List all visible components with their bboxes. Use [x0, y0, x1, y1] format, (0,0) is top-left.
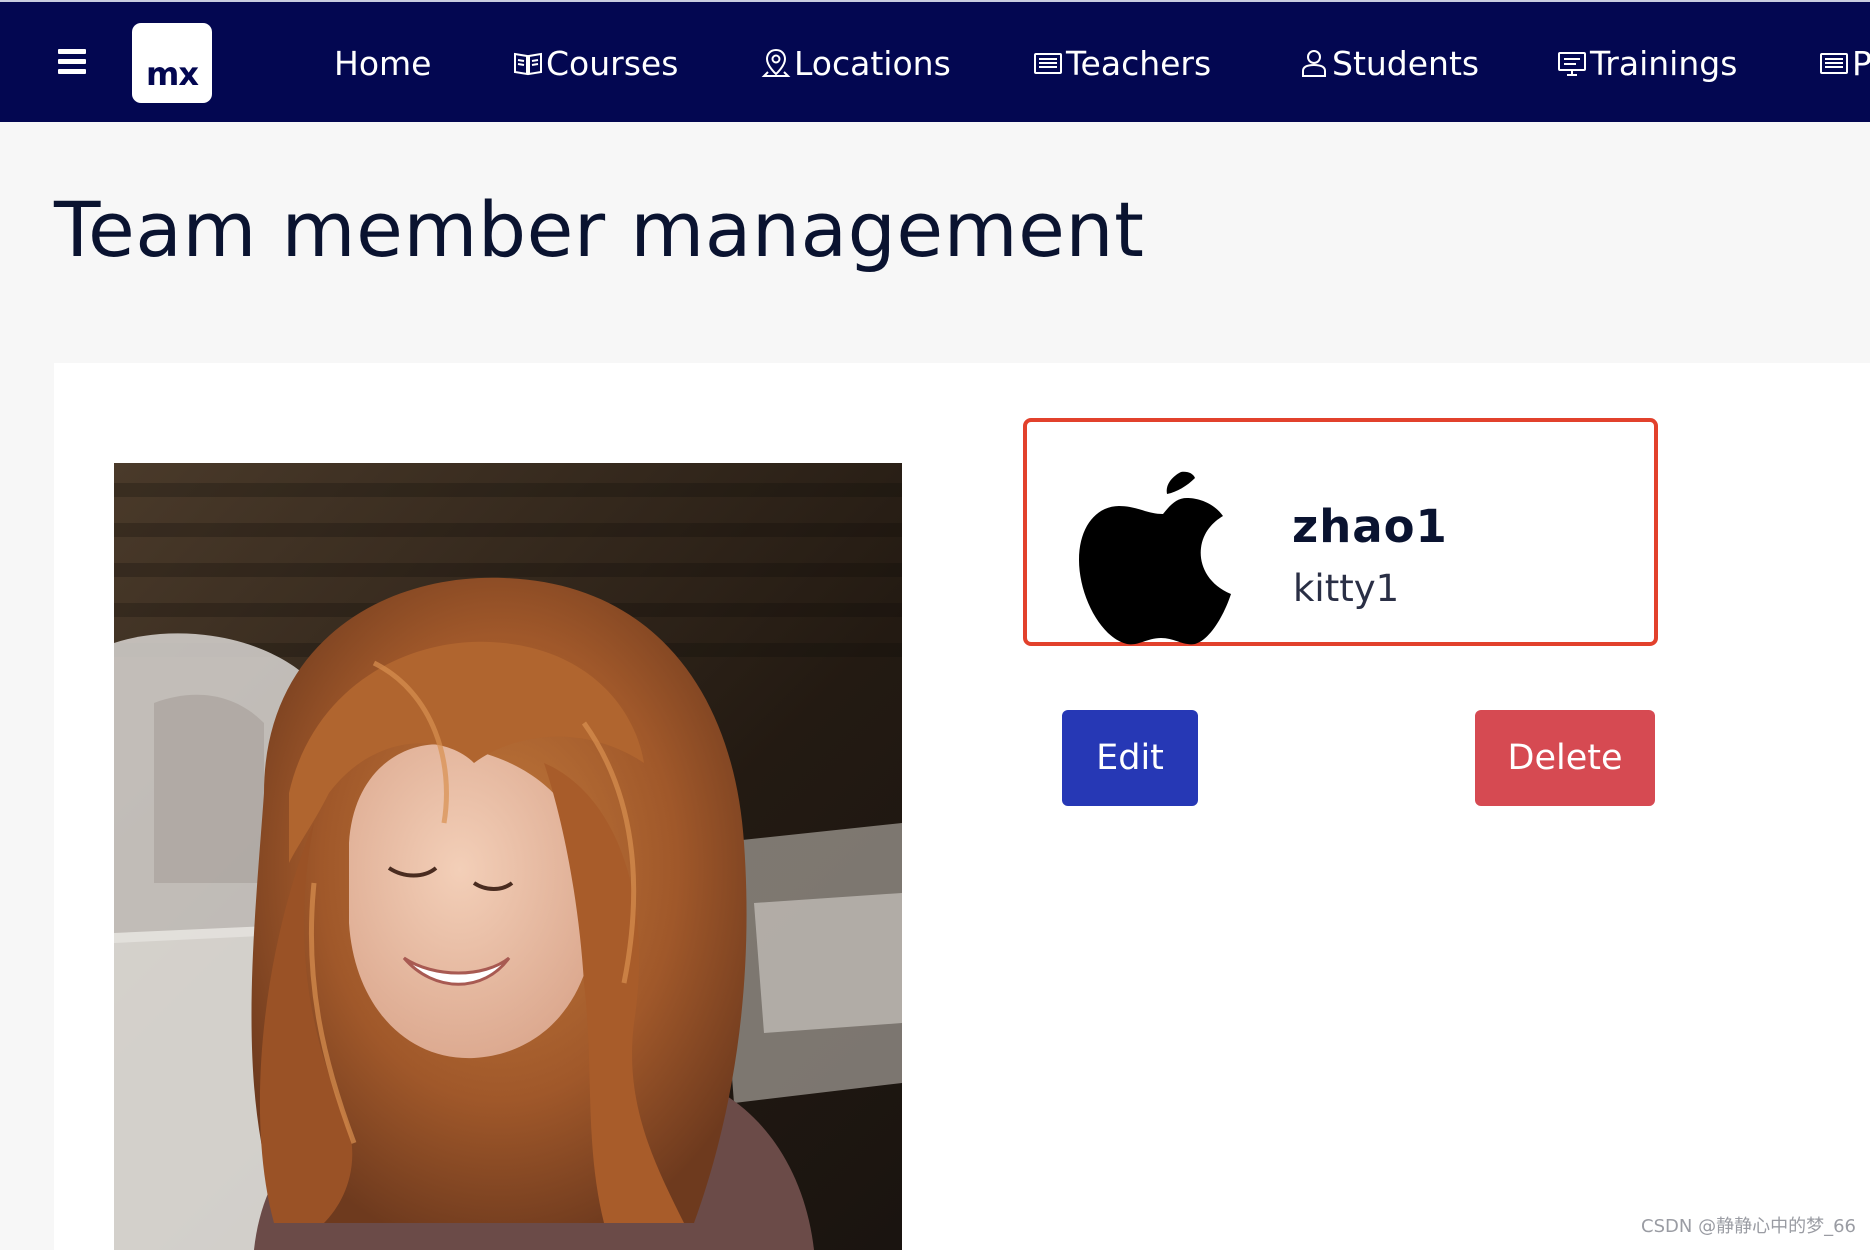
newspaper-icon [1818, 47, 1850, 79]
map-pin-icon [760, 47, 792, 79]
user-icon [1298, 47, 1330, 79]
nav-item-students[interactable]: Students [1298, 38, 1479, 88]
nav-item-trainings[interactable]: Trainings [1556, 38, 1737, 88]
nav-item-label: Trainings [1590, 43, 1738, 83]
nav-item-label: Locations [794, 43, 951, 83]
top-navigation-bar: mx Home Courses Locations Teachers Stude… [0, 0, 1870, 122]
book-icon [512, 47, 544, 79]
nav-item-courses[interactable]: Courses [512, 38, 678, 88]
apple-logo-icon [1077, 466, 1242, 650]
nav-item-label: Teachers [1066, 43, 1212, 83]
nav-item-teachers[interactable]: Teachers [1032, 38, 1211, 88]
member-username: kitty1 [1293, 567, 1400, 610]
team-member-card[interactable]: zhao1 kitty1 [1023, 418, 1658, 646]
edit-button[interactable]: Edit [1062, 710, 1198, 806]
member-name: zhao1 [1292, 500, 1448, 553]
nav-item-truncated[interactable]: P [1818, 38, 1870, 88]
nav-item-label: Home [334, 43, 432, 83]
nav-item-label: Students [1332, 43, 1480, 83]
nav-item-label: Courses [546, 43, 679, 83]
team-member-photo [114, 463, 902, 1250]
presentation-icon [1556, 47, 1588, 79]
logo-text: mx [146, 55, 199, 93]
nav-item-locations[interactable]: Locations [760, 38, 951, 88]
delete-button[interactable]: Delete [1475, 710, 1655, 806]
newspaper-icon [1032, 47, 1064, 79]
hamburger-menu-icon[interactable] [58, 49, 86, 77]
nav-item-home[interactable]: Home [334, 38, 431, 88]
page-title: Team member management [54, 185, 1145, 274]
watermark-text: CSDN @静静心中的梦_66 [1641, 1216, 1856, 1237]
app-logo[interactable]: mx [132, 23, 212, 103]
nav-item-label: P [1852, 43, 1870, 83]
